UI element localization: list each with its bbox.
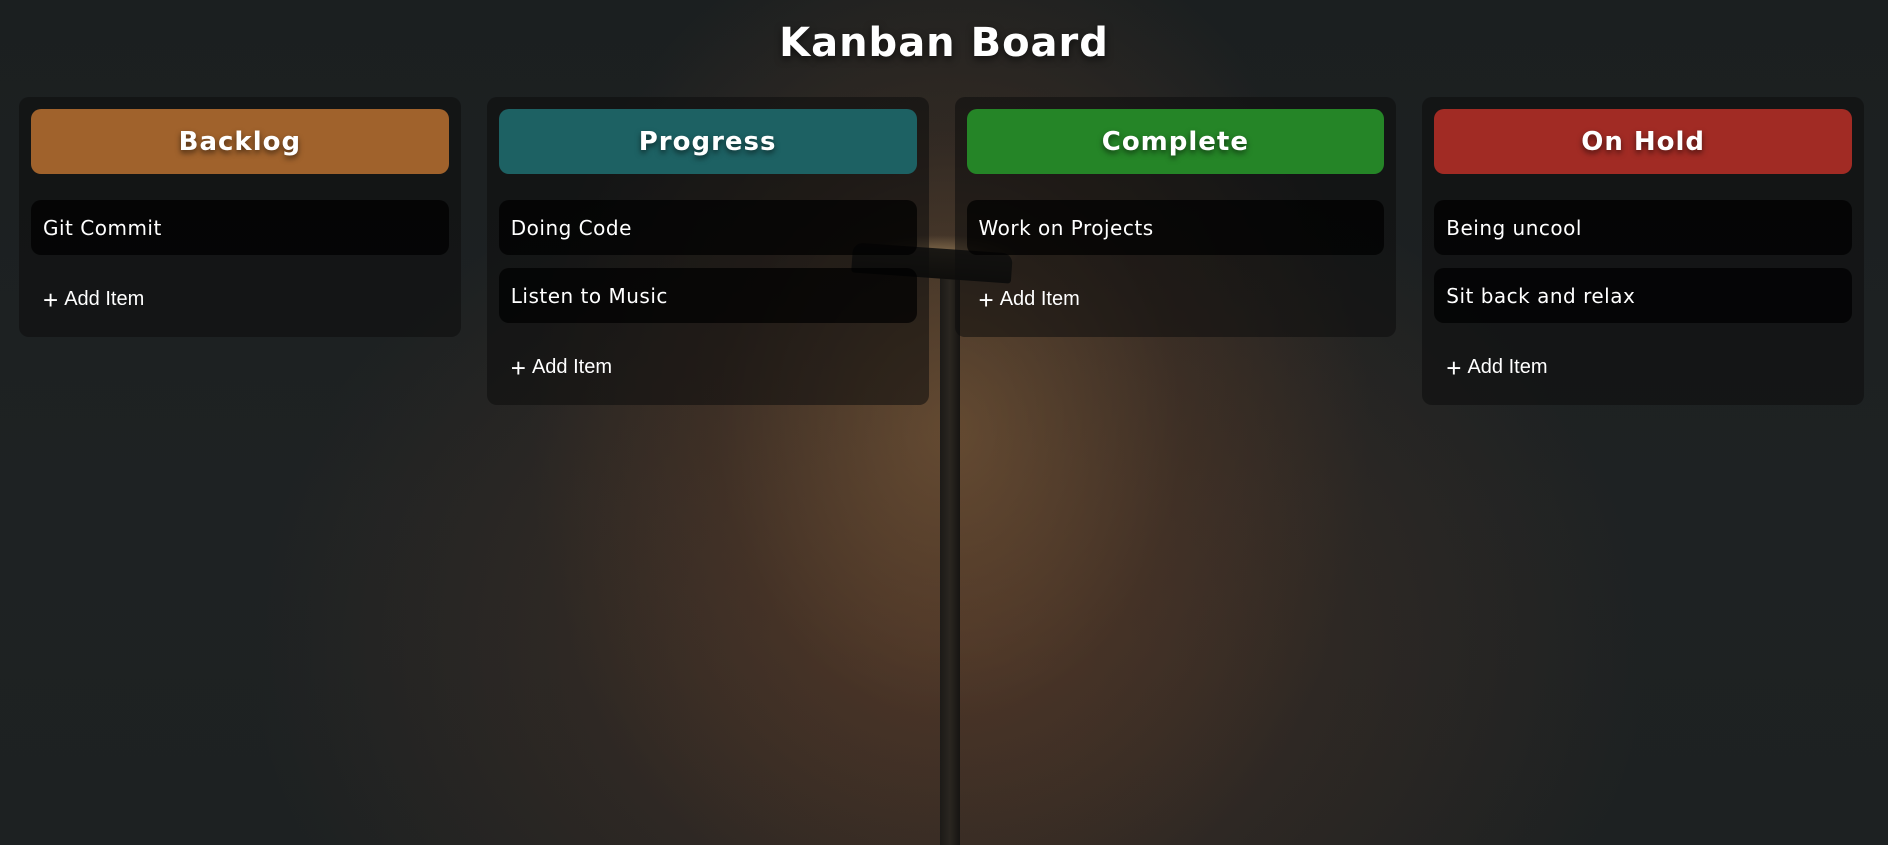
add-item-button[interactable]: + Add Item (499, 336, 917, 389)
column-header-backlog: Backlog (31, 109, 449, 174)
column-on-hold: On Hold Being uncool Sit back and relax … (1422, 97, 1864, 405)
add-item-label: Add Item (1467, 356, 1548, 378)
plus-icon: + (978, 284, 994, 315)
column-complete: Complete Work on Projects + Add Item (954, 97, 1397, 337)
add-item-button[interactable]: + Add Item (967, 268, 1385, 321)
plus-icon: + (510, 352, 526, 383)
column-backlog: Backlog Git Commit + Add Item (19, 97, 461, 337)
kanban-board: Backlog Git Commit + Add Item Progress D… (19, 97, 1864, 405)
task-item[interactable]: Git Commit (31, 200, 449, 255)
task-item[interactable]: Sit back and relax (1434, 268, 1852, 323)
column-progress: Progress Doing Code Listen to Music + Ad… (486, 97, 929, 405)
task-item[interactable]: Listen to Music (498, 268, 917, 323)
add-item-label: Add Item (64, 288, 145, 310)
page-title: Kanban Board (779, 20, 1109, 66)
column-header-on-hold: On Hold (1434, 109, 1852, 174)
add-item-label: Add Item (999, 288, 1080, 310)
task-item[interactable]: Doing Code (498, 200, 917, 255)
plus-icon: + (43, 284, 59, 315)
column-header-complete: Complete (966, 109, 1385, 174)
task-item[interactable]: Work on Projects (966, 200, 1385, 255)
plus-icon: + (1446, 352, 1462, 383)
add-item-label: Add Item (531, 356, 612, 378)
column-header-progress: Progress (498, 109, 917, 174)
task-item[interactable]: Being uncool (1434, 200, 1852, 255)
add-item-button[interactable]: + Add Item (31, 268, 449, 321)
add-item-button[interactable]: + Add Item (1434, 336, 1852, 389)
